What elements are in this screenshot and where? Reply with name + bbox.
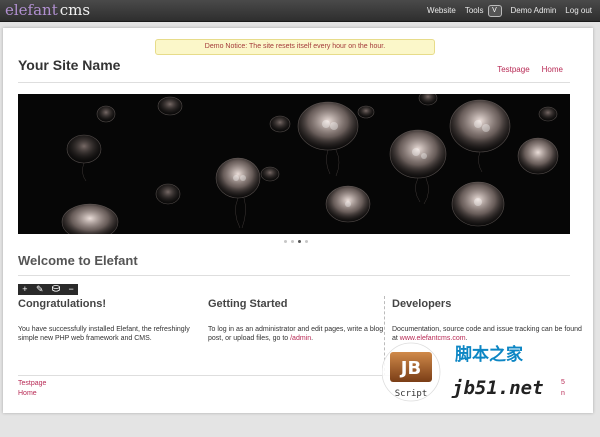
tools-dropdown-icon[interactable]: V — [487, 4, 502, 17]
menu-item-home[interactable]: Home — [542, 65, 563, 74]
elefant-logo[interactable]: elefant cms — [5, 1, 90, 20]
slider-dot-active[interactable] — [298, 240, 301, 243]
slider-dot[interactable] — [284, 240, 287, 243]
watermark-badge-sub: Script — [395, 389, 428, 399]
watermark-cn: 脚本之家 — [455, 344, 523, 365]
slider-pagination — [284, 240, 312, 243]
nav-user-link[interactable]: Demo Admin — [511, 6, 557, 15]
footer-menu: Testpage Home — [18, 379, 46, 399]
admin-nav: Website Tools V Demo Admin Log out — [418, 0, 592, 21]
nav-tools-label: Tools — [464, 6, 484, 15]
main-menu: Testpage Home — [485, 65, 563, 74]
block-settings-icon[interactable] — [52, 284, 60, 295]
header-divider — [18, 82, 570, 83]
content-column-congratulations: Congratulations! You have successfully i… — [18, 298, 198, 342]
demo-notice: Demo Notice: The site resets itself ever… — [155, 39, 435, 55]
footer-link-testpage[interactable]: Testpage — [18, 379, 46, 389]
block-edit-toolbar: + ✎ − — [18, 284, 78, 295]
admin-toolbar: elefant cms Website Tools V Demo Admin Lo… — [0, 0, 600, 22]
page-heading: Welcome to Elefant — [18, 253, 138, 268]
logo-text-cms: cms — [59, 1, 91, 19]
footer-divider — [18, 375, 398, 376]
jellyfish-image — [18, 94, 570, 234]
slider-dot[interactable] — [291, 240, 294, 243]
column-heading: Congratulations! — [18, 298, 106, 310]
column-body: To log in as an administrator and edit p… — [208, 325, 388, 343]
site-title[interactable]: Your Site Name — [18, 57, 120, 73]
admin-link[interactable]: /admin — [290, 335, 311, 342]
nav-logout-link[interactable]: Log out — [565, 6, 592, 15]
heading-divider — [18, 275, 570, 276]
watermark-url: jb51.net — [451, 377, 544, 399]
watermark-badge: JB — [399, 358, 421, 379]
content-column-getting-started: Getting Started To log in as an administ… — [208, 298, 388, 342]
column-heading: Getting Started — [208, 298, 288, 310]
nav-website-link[interactable]: Website — [427, 6, 456, 15]
content-column-developers: Developers Documentation, source code an… — [392, 298, 582, 342]
edit-pencil-icon[interactable]: ✎ — [36, 284, 44, 295]
footer-link-home[interactable]: Home — [18, 389, 46, 399]
stack-icon — [52, 285, 60, 292]
add-block-icon[interactable]: + — [22, 284, 27, 295]
slider-dot[interactable] — [305, 240, 308, 243]
hero-slider[interactable] — [18, 94, 570, 234]
column-body: You have successfully installed Elefant,… — [18, 326, 190, 342]
delete-block-icon[interactable]: − — [68, 284, 73, 295]
logo-text-elefant: elefant — [5, 1, 58, 19]
column-body-end: . — [311, 335, 314, 342]
nav-tools-menu[interactable]: Tools V — [464, 4, 502, 17]
column-heading: Developers — [392, 298, 452, 310]
menu-item-testpage[interactable]: Testpage — [497, 65, 529, 74]
watermark-logo: JB Script 脚本之家 jb51.net — [382, 342, 544, 402]
